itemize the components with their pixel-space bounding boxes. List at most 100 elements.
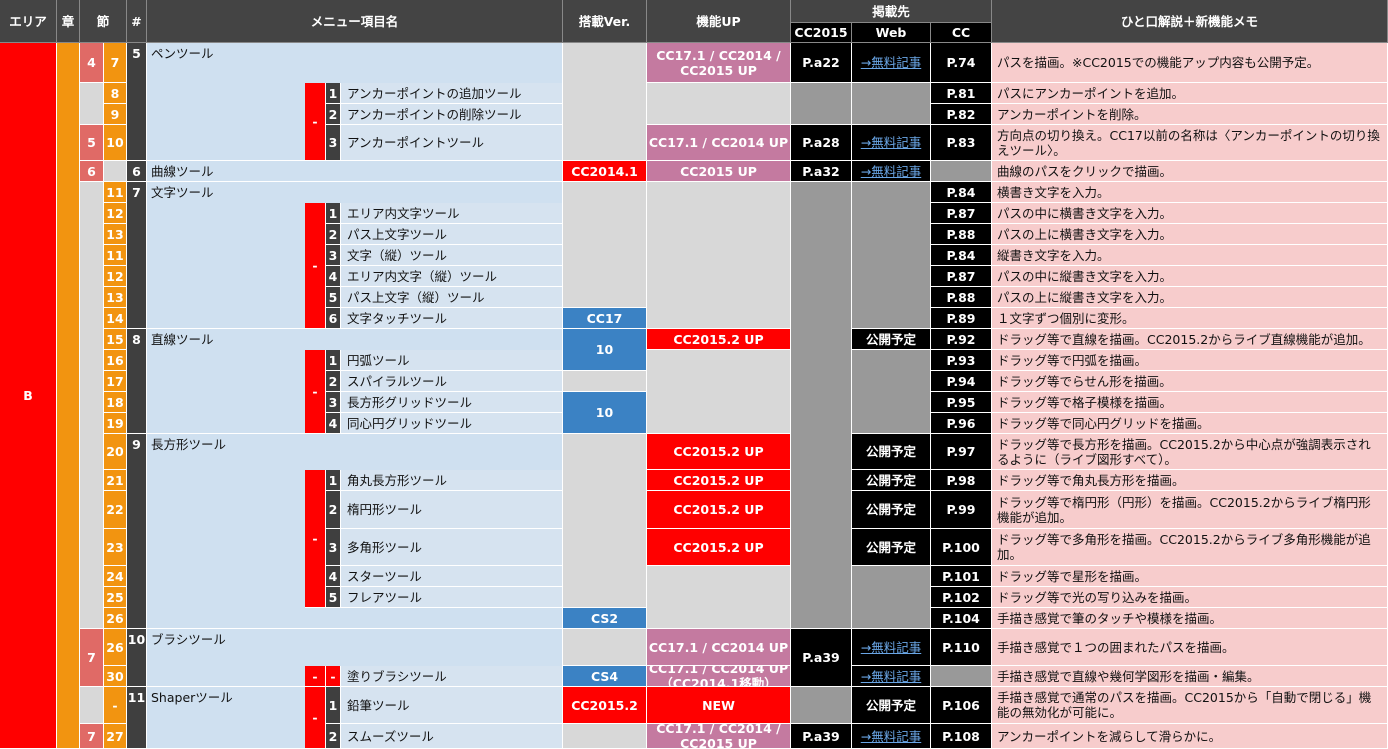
sub-tool-number: 2 — [326, 104, 341, 125]
feature-up-cell: CC2015.2 UP — [647, 329, 791, 350]
sub-tool-name: 塗りブラシツール — [341, 666, 563, 687]
cc-page: P.81 — [931, 83, 992, 104]
memo-cell: ドラッグ等でらせん形を描画。 — [992, 371, 1388, 392]
cc-page: P.95 — [931, 392, 992, 413]
sub-tool-name: 楕円形ツール — [341, 491, 563, 529]
web-cell: 公開予定 — [852, 470, 931, 491]
cc-page: P.96 — [931, 413, 992, 434]
memo-cell: ドラッグ等で星形を描画。 — [992, 566, 1388, 587]
tool-number: 8 — [127, 329, 147, 434]
header-no: # — [127, 0, 147, 43]
memo-cell: ドラッグ等で楕円形（円形）を描画。CC2015.2からライブ楕円形機能が追加。 — [992, 491, 1388, 529]
web-cell — [852, 182, 931, 329]
sub-tool-name: 同心円グリッドツール — [341, 413, 563, 434]
feature-up-cell: CC2015.2 UP — [647, 470, 791, 491]
sub-tool-number: 2 — [326, 371, 341, 392]
cc-page: P.100 — [931, 529, 992, 566]
cc-page: P.82 — [931, 104, 992, 125]
free-article-link[interactable]: →無料記事 — [852, 161, 931, 182]
sub-tool-name: 円弧ツール — [341, 350, 563, 371]
free-article-link[interactable]: →無料記事 — [852, 724, 931, 749]
section-number: 8 — [104, 83, 127, 104]
section-chapter: 7 — [80, 629, 104, 687]
web-cell: 公開予定 — [852, 687, 931, 724]
memo-cell: ドラッグ等で多角形を描画。CC2015.2からライブ多角形機能が追加。 — [992, 529, 1388, 566]
feature-up-cell — [647, 566, 791, 629]
memo-cell: 手描き感覚で筆のタッチや模様を描画。 — [992, 608, 1388, 629]
sub-tool-name: スパイラルツール — [341, 371, 563, 392]
memo-cell: パスの中に横書き文字を入力。 — [992, 203, 1388, 224]
feature-up-cell — [647, 182, 791, 329]
sub-tool-number: 2 — [326, 224, 341, 245]
sub-tool-name: パス上文字ツール — [341, 224, 563, 245]
cc-page: P.88 — [931, 287, 992, 308]
header-memo: ひと口解説＋新機能メモ — [992, 0, 1388, 43]
memo-cell: １文字ずつ個別に変形。 — [992, 308, 1388, 329]
memo-cell: ドラッグ等で直線を描画。CC2015.2からライブ直線機能が追加。 — [992, 329, 1388, 350]
memo-cell: パスの上に横書き文字を入力。 — [992, 224, 1388, 245]
cc2015-page — [791, 83, 852, 125]
memo-cell: パスの中に縦書き文字を入力。 — [992, 266, 1388, 287]
section-number: 9 — [104, 104, 127, 125]
sub-tool-name: 文字（縦）ツール — [341, 245, 563, 266]
free-article-link[interactable]: →無料記事 — [852, 43, 931, 83]
feature-up-cell: CC2015.2 UP — [647, 529, 791, 566]
sub-tool-number: 1 — [326, 203, 341, 224]
section-number: 21 — [104, 470, 127, 491]
section-number: 25 — [104, 587, 127, 608]
web-cell — [852, 350, 931, 434]
feature-up-cell — [647, 83, 791, 125]
free-article-link[interactable]: →無料記事 — [852, 629, 931, 666]
sub-tool-number: 1 — [326, 687, 341, 724]
cc-page: P.84 — [931, 182, 992, 203]
cc2015-page — [791, 182, 852, 629]
cc-page: P.104 — [931, 608, 992, 629]
sub-tool-number: 2 — [326, 491, 341, 529]
version-cell — [563, 724, 647, 749]
version-cell: CC2014.1 — [563, 161, 647, 182]
free-article-link[interactable]: →無料記事 — [852, 125, 931, 161]
memo-cell: ドラッグ等で長方形を描画。CC2015.2から中心点が強調表示されるように（ライ… — [992, 434, 1388, 470]
sub-tool-name: フレアツール — [341, 587, 563, 608]
sub-tool-number: 3 — [326, 392, 341, 413]
section-number: 19 — [104, 413, 127, 434]
header-chapter: 章 — [57, 0, 80, 43]
section-number: 20 — [104, 434, 127, 470]
sub-tool-number: 6 — [326, 308, 341, 329]
area-cell: B — [0, 43, 57, 749]
section-chapter — [80, 687, 104, 724]
sub-tool-number: - — [326, 666, 341, 687]
cc-page: P.93 — [931, 350, 992, 371]
sub-tool-name: エリア内文字（縦）ツール — [341, 266, 563, 287]
sub-tool-number: 1 — [326, 83, 341, 104]
cc-page: P.87 — [931, 266, 992, 287]
section-number: 15 — [104, 329, 127, 350]
cc-page: P.94 — [931, 371, 992, 392]
sub-tool-name: アンカーポイントの削除ツール — [341, 104, 563, 125]
cc-page: P.102 — [931, 587, 992, 608]
sub-tool-number: 3 — [326, 245, 341, 266]
sub-tool-name: スムーズツール — [341, 724, 563, 749]
section-chapter: 5 — [80, 125, 104, 161]
memo-cell: ドラッグ等で円弧を描画。 — [992, 350, 1388, 371]
section-number: 27 — [104, 724, 127, 749]
tool-number: 10 — [127, 629, 147, 687]
memo-cell: アンカーポイントを減らして滑らかに。 — [992, 724, 1388, 749]
sub-tool-name: 多角形ツール — [341, 529, 563, 566]
section-number: 13 — [104, 224, 127, 245]
sub-tool-number: 5 — [326, 287, 341, 308]
version-cell: CS2 — [563, 608, 647, 629]
cc2015-page: P.a39 — [791, 724, 852, 749]
section-number: 13 — [104, 287, 127, 308]
free-article-link[interactable]: →無料記事 — [852, 666, 931, 687]
menu-table: エリア章節 # メニュー項目名 搭載Ver. 機能UP 掲載先 CC2015 Web CC ひと口… — [0, 0, 1388, 749]
version-cell — [563, 434, 647, 608]
sub-tool-number: 3 — [326, 529, 341, 566]
version-cell: CC17 — [563, 308, 647, 329]
version-cell — [563, 43, 647, 161]
feature-up-cell: CC17.1 / CC2014 UP（CC2014.1移動） — [647, 666, 791, 687]
sub-tool-name: 長方形グリッドツール — [341, 392, 563, 413]
sub-tool-number: 2 — [326, 724, 341, 749]
web-cell: 公開予定 — [852, 434, 931, 470]
sub-tool-name: 鉛筆ツール — [341, 687, 563, 724]
